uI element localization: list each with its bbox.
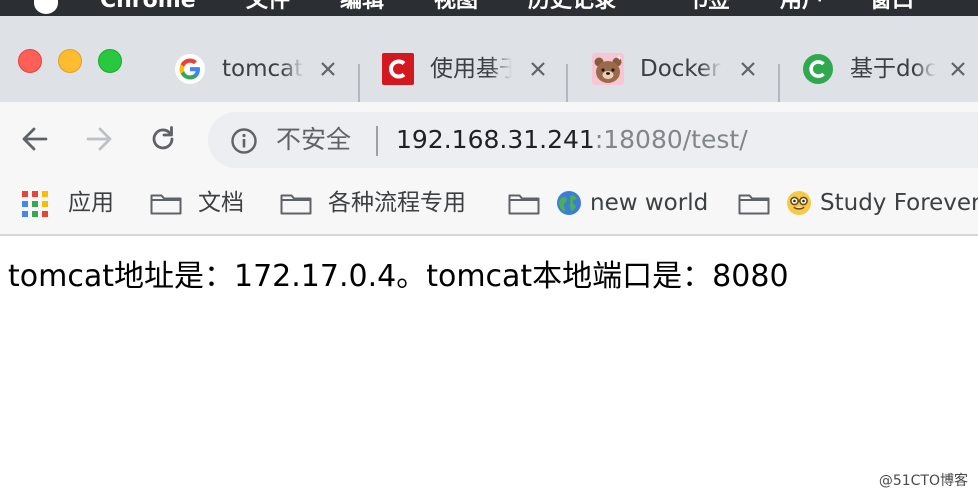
not-secure-label[interactable]: 不安全 — [276, 124, 351, 156]
menu-people[interactable]: 用户 — [780, 0, 824, 14]
url-text[interactable]: 192.168.31.241:18080/test/ — [396, 124, 748, 156]
menu-edit[interactable]: 编辑 — [340, 0, 384, 14]
tab-title: 基于doc — [850, 54, 936, 84]
browser-toolbar: 不安全 192.168.31.241:18080/test/ — [0, 102, 978, 174]
close-tab-icon[interactable] — [528, 59, 548, 79]
omnibox-divider — [376, 126, 378, 156]
window-close-button[interactable] — [18, 49, 42, 73]
watermark: @51CTO博客 — [878, 473, 968, 489]
window-maximize-button[interactable] — [98, 49, 122, 73]
tab-docker-guide[interactable]: 使用基于 — [382, 46, 552, 92]
tab-title: Docker — [640, 54, 722, 84]
info-icon[interactable] — [230, 127, 258, 155]
tab-title: 使用基于 — [430, 54, 512, 84]
close-tab-icon[interactable] — [318, 59, 338, 79]
apple-logo-icon[interactable] — [34, 0, 58, 14]
window-minimize-button[interactable] — [58, 49, 82, 73]
menu-window[interactable]: 窗口 — [870, 0, 914, 14]
macos-menu-bar: Chrome 文件 编辑 视图 历史记录 书签 用户 窗口 — [0, 0, 978, 16]
bookmarks-bar: 应用 文档 各种流程专用 new world Study Forever — [0, 174, 978, 236]
folder-icon — [738, 194, 770, 215]
page-content: tomcat地址是：172.17.0.4。tomcat本地端口是：8080 @5… — [0, 238, 978, 498]
bookmark-apps[interactable]: 应用 — [22, 187, 122, 221]
menu-view[interactable]: 视图 — [434, 0, 478, 14]
bookmark-label: 应用 — [68, 190, 114, 216]
back-arrow-icon[interactable] — [18, 122, 52, 156]
tab-based-on-docker[interactable]: 基于doc — [802, 46, 978, 92]
address-bar[interactable]: 不安全 192.168.31.241:18080/test/ — [208, 112, 978, 168]
green-c-logo-icon — [803, 54, 833, 84]
url-path: :18080/test/ — [594, 125, 748, 154]
menu-app-name[interactable]: Chrome — [100, 0, 196, 14]
bookmark-folder-workflows[interactable]: 各种流程专用 — [280, 187, 480, 221]
globe-icon — [557, 191, 581, 215]
bookmark-folder-study-forever[interactable]: Study Forever — [738, 187, 978, 221]
tab-separator — [358, 64, 360, 104]
tab-docker[interactable]: Docker — [592, 46, 762, 92]
brown-bear-icon — [592, 53, 624, 85]
nerd-face-icon — [787, 191, 811, 215]
bookmark-folder-new-world[interactable]: new world — [508, 187, 708, 221]
menu-file[interactable]: 文件 — [246, 0, 290, 14]
bookmark-label: 文档 — [198, 190, 244, 216]
tab-separator — [566, 64, 568, 104]
page-message: tomcat地址是：172.17.0.4。tomcat本地端口是：8080 — [8, 259, 789, 294]
tab-title: tomcat — [222, 54, 304, 84]
bookmark-label: 各种流程专用 — [328, 190, 466, 216]
red-c-logo-icon — [382, 53, 414, 85]
menu-history[interactable]: 历史记录 — [528, 0, 616, 14]
close-tab-icon[interactable] — [948, 59, 968, 79]
bookmark-label: new world — [590, 190, 709, 216]
bookmark-label: Study Forever — [820, 190, 978, 216]
tab-strip: tomcat 使用基于 Docker 基于doc — [0, 16, 978, 104]
tab-tomcat[interactable]: tomcat — [174, 46, 344, 92]
google-g-icon — [175, 54, 205, 84]
bookmark-folder-docs[interactable]: 文档 — [150, 187, 250, 221]
url-host: 192.168.31.241 — [396, 125, 595, 154]
folder-icon — [150, 194, 182, 215]
folder-icon — [280, 194, 312, 215]
folder-icon — [508, 194, 540, 215]
forward-arrow-icon[interactable] — [82, 122, 116, 156]
close-tab-icon[interactable] — [738, 59, 758, 79]
tab-separator — [778, 64, 780, 104]
menu-bookmarks[interactable]: 书签 — [686, 0, 730, 14]
apps-grid-icon — [22, 191, 48, 217]
reload-icon[interactable] — [146, 122, 180, 156]
